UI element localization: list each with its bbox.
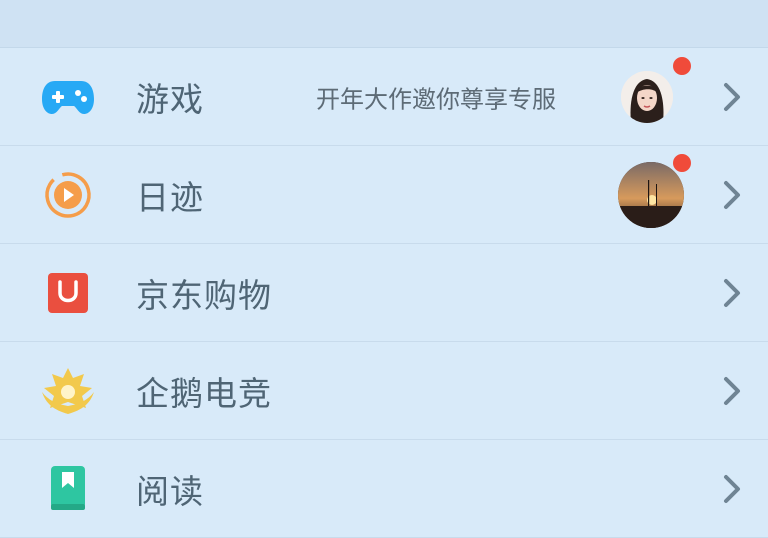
menu-item-label: 企鹅电竞: [136, 373, 272, 413]
chevron-right-icon: [724, 82, 740, 111]
gamepad-icon: [40, 69, 96, 125]
chevron-right-icon: [724, 474, 740, 503]
chevron-right-icon: [724, 180, 740, 209]
menu-item-game[interactable]: 游戏 开年大作邀你尊享专服: [0, 48, 768, 146]
menu-item-reading[interactable]: 阅读: [0, 440, 768, 538]
top-bar: [0, 0, 768, 48]
menu-item-label: 阅读: [136, 471, 204, 511]
esports-crown-icon: [40, 363, 96, 419]
promo-text: 开年大作邀你尊享专服: [316, 85, 556, 113]
book-icon: [40, 461, 96, 517]
menu-item-label: 日迹: [136, 177, 204, 217]
menu-item-label: 京东购物: [136, 275, 272, 315]
menu-item-jd-shopping[interactable]: 京东购物: [0, 244, 768, 342]
chevron-right-icon: [724, 376, 740, 405]
discover-menu-list: 游戏 开年大作邀你尊享专服 日迹 京东购物 企鹅电竞 阅读: [0, 48, 768, 538]
menu-item-esports[interactable]: 企鹅电竞: [0, 342, 768, 440]
menu-item-label: 游戏: [136, 79, 204, 119]
friend-avatar: [621, 70, 673, 123]
shopping-bag-icon: [40, 265, 96, 321]
notification-badge: [671, 55, 693, 77]
notification-badge: [671, 152, 693, 174]
menu-item-riji[interactable]: 日迹: [0, 146, 768, 244]
chevron-right-icon: [724, 278, 740, 307]
play-circle-icon: [40, 167, 96, 223]
